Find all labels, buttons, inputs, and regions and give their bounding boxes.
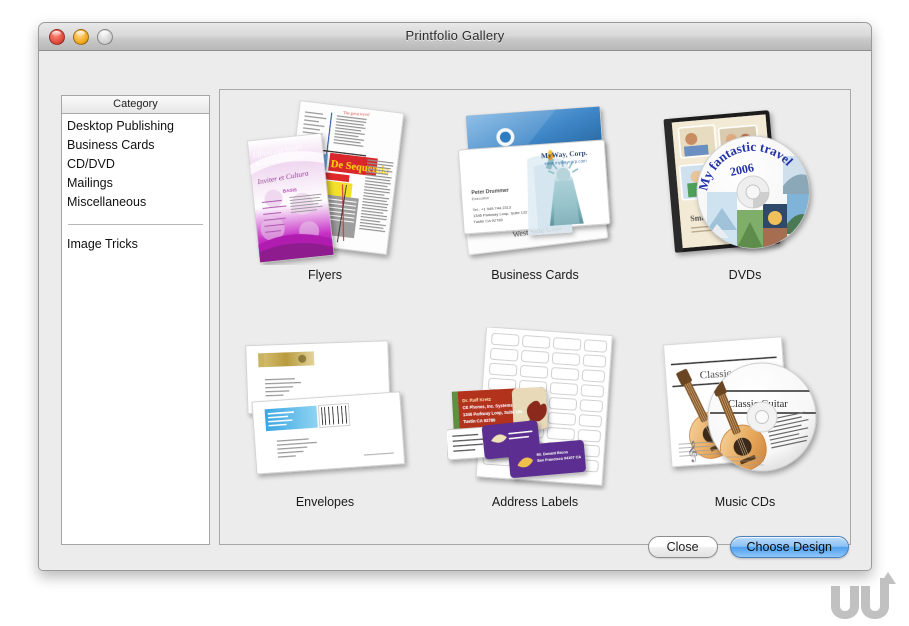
envelopes-thumbnail[interactable] [230, 325, 420, 493]
dvds-thumbnail[interactable]: Small My fantastic travel 2006 [650, 98, 840, 266]
gallery-item-label: Business Cards [491, 268, 579, 282]
gallery-item-label: Envelopes [295, 495, 355, 509]
sidebar-item-desktop-publishing[interactable]: Desktop Publishing [62, 117, 209, 136]
svg-text:𝄞: 𝄞 [686, 441, 698, 463]
music-cds-thumbnail[interactable]: Classic Guitar [650, 325, 840, 493]
sidebar-divider [68, 224, 203, 225]
design-grid: The great travel Mo De Sequenda [220, 90, 850, 544]
gallery-item-label: DVDs [728, 268, 762, 282]
window-titlebar[interactable]: Printfolio Gallery [39, 23, 871, 51]
business-cards-artwork: West Side Club [458, 106, 611, 256]
window-body: Category Desktop Publishing Business Car… [39, 51, 871, 570]
gallery-item-music-cds[interactable]: Classic Guitar [640, 317, 850, 544]
close-button-footer[interactable]: Close [647, 536, 718, 558]
macupdate-watermark-icon [831, 572, 896, 619]
gallery-item-flyers[interactable]: The great travel Mo De Sequenda [220, 90, 430, 317]
sidebar-item-label: Desktop Publishing [67, 119, 175, 133]
business-cards-thumbnail[interactable]: West Side Club [440, 98, 630, 266]
gallery-item-address-labels[interactable]: Dr. Ralf Kretz CE Phones, Inc. Systems 1… [430, 317, 640, 544]
sidebar-item-label: Miscellaneous [67, 195, 147, 209]
screenshot-root: Printfolio Gallery Category Desktop Publ… [0, 0, 909, 626]
flyers-thumbnail[interactable]: The great travel Mo De Sequenda [230, 98, 420, 266]
category-sidebar: Category Desktop Publishing Business Car… [61, 95, 210, 545]
dvds-artwork: Small My fantastic travel 2006 [663, 110, 810, 253]
sidebar-header: Category [62, 96, 209, 114]
design-gallery-panel: The great travel Mo De Sequenda [219, 89, 851, 545]
gallery-item-business-cards[interactable]: West Side Club [430, 90, 640, 317]
sidebar-item-mailings[interactable]: Mailings [62, 174, 209, 193]
address-labels-thumbnail[interactable]: Dr. Ralf Kretz CE Phones, Inc. Systems 1… [440, 325, 630, 493]
sidebar-item-label: Mailings [67, 176, 113, 190]
music-cds-artwork: Classic Guitar [662, 336, 817, 472]
gallery-item-label: Flyers [307, 268, 343, 282]
category-list: Desktop Publishing Business Cards CD/DVD… [62, 114, 209, 254]
gallery-item-label: Music CDs [714, 495, 776, 509]
choose-design-button[interactable]: Choose Design [729, 536, 849, 558]
sidebar-item-label: CD/DVD [67, 157, 115, 171]
sidebar-item-label: Image Tricks [67, 237, 138, 251]
window-title: Printfolio Gallery [405, 28, 505, 43]
sidebar-item-cd-dvd[interactable]: CD/DVD [62, 155, 209, 174]
printfolio-gallery-window: Printfolio Gallery Category Desktop Publ… [38, 22, 872, 571]
sidebar-item-business-cards[interactable]: Business Cards [62, 136, 209, 155]
address-labels-artwork: Dr. Ralf Kretz CE Phones, Inc. Systems 1… [447, 327, 613, 486]
gallery-item-dvds[interactable]: Small My fantastic travel 2006 DVDs [640, 90, 850, 317]
dialog-buttons: Close Choose Design [647, 536, 849, 558]
gallery-item-label: Address Labels [491, 495, 579, 509]
sidebar-item-label: Business Cards [67, 138, 155, 152]
flyers-artwork: The great travel Mo De Sequenda [247, 99, 405, 263]
envelopes-artwork [245, 340, 406, 475]
gallery-item-envelopes[interactable]: Envelopes [220, 317, 430, 544]
sidebar-item-miscellaneous[interactable]: Miscellaneous [62, 193, 209, 212]
sidebar-item-image-tricks[interactable]: Image Tricks [62, 235, 209, 254]
